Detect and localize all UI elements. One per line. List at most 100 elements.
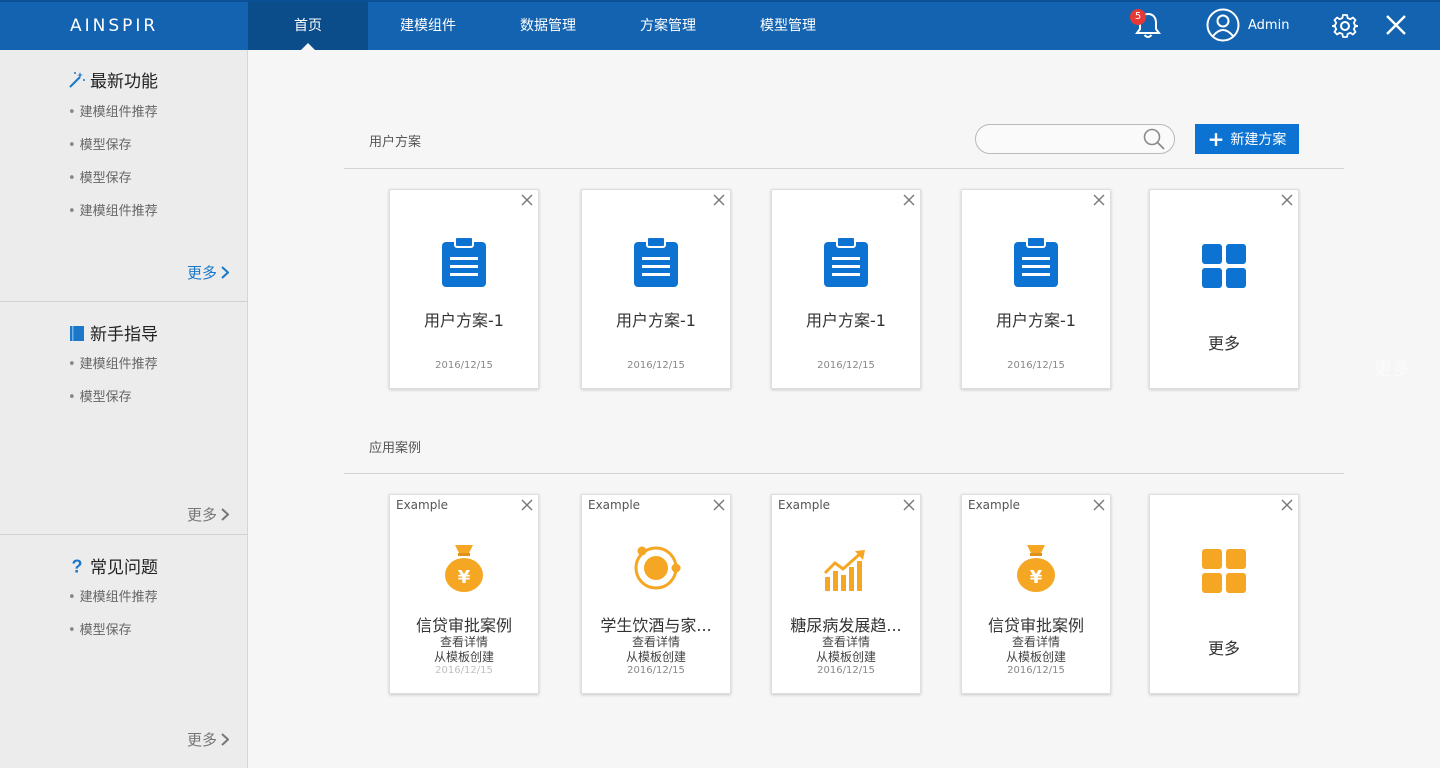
sidebar-section-title: 常见问题	[90, 558, 158, 578]
example-card[interactable]: Example 学生饮酒与家... 查看详情 从模板创建 2016/12/15	[581, 494, 731, 694]
close-card-icon[interactable]	[1280, 498, 1294, 512]
nav-item-components[interactable]: 建模组件	[368, 2, 488, 50]
sidebar-link[interactable]: 模型保存	[68, 169, 158, 202]
example-tag: Example	[588, 498, 641, 512]
section-divider	[344, 168, 1344, 169]
plan-date: 2016/12/15	[817, 360, 875, 371]
nav-item-data[interactable]: 数据管理	[488, 2, 608, 50]
clipboard-icon	[824, 236, 868, 287]
magic-wand-icon	[68, 71, 86, 89]
more-label: 更多	[1207, 334, 1240, 353]
more-plans-card[interactable]: 更多	[1149, 189, 1299, 389]
sidebar-link[interactable]: 建模组件推荐	[68, 103, 158, 136]
example-card[interactable]: Example 糖尿病发展趋... 查看详情 从模板创建 2016/12/15	[771, 494, 921, 694]
example-tag: Example	[396, 498, 449, 512]
grid-icon	[1202, 244, 1246, 288]
section-title-examples: 应用案例	[369, 441, 422, 456]
book-icon	[68, 324, 86, 342]
create-from-template-link[interactable]: 从模板创建	[772, 648, 920, 665]
nav-item-home[interactable]: 首页	[248, 2, 368, 50]
clipboard-icon	[442, 236, 486, 287]
brand-logo: AINSPIR	[70, 16, 159, 36]
close-card-icon[interactable]	[902, 498, 916, 512]
sidebar-link[interactable]: 模型保存	[68, 136, 158, 169]
plan-card[interactable]: 用户方案-1 2016/12/15	[389, 189, 539, 389]
sidebar-section-title: 新手指导	[90, 325, 158, 345]
plan-name: 用户方案-1	[424, 311, 504, 330]
example-date: 2016/12/15	[435, 665, 493, 676]
sidebar-link[interactable]: 建模组件推荐	[68, 588, 158, 621]
close-card-icon[interactable]	[1280, 193, 1294, 207]
chevron-right-icon	[221, 508, 229, 521]
clipboard-icon	[1014, 236, 1058, 287]
example-tag: Example	[778, 498, 831, 512]
close-card-icon[interactable]	[902, 193, 916, 207]
plus-icon: +	[1207, 127, 1225, 151]
sidebar-link[interactable]: 模型保存	[68, 388, 158, 421]
notification-badge: 5	[1130, 9, 1146, 25]
example-date: 2016/12/15	[817, 665, 875, 676]
sidebar-more-link[interactable]: 更多	[187, 504, 229, 525]
orbit-icon	[634, 546, 681, 590]
close-card-icon[interactable]	[1092, 193, 1106, 207]
plan-card[interactable]: 用户方案-1 2016/12/15	[581, 189, 731, 389]
example-date: 2016/12/15	[1007, 665, 1065, 676]
user-avatar-icon	[1206, 8, 1240, 42]
sidebar-more-link[interactable]: 更多	[187, 729, 229, 750]
trend-chart-icon	[823, 550, 865, 591]
close-icon[interactable]	[1384, 13, 1408, 41]
section-divider	[344, 473, 1344, 474]
plan-name: 用户方案-1	[806, 311, 886, 330]
more-examples-card[interactable]: 更多	[1149, 494, 1299, 694]
section-title-user-plans: 用户方案	[369, 135, 422, 150]
close-card-icon[interactable]	[712, 498, 726, 512]
plan-date: 2016/12/15	[1007, 360, 1065, 371]
user-name: Admin	[1248, 17, 1290, 33]
search-icon[interactable]	[1142, 127, 1166, 155]
sidebar-link[interactable]: 模型保存	[68, 621, 158, 654]
example-tag: Example	[968, 498, 1021, 512]
sidebar-link[interactable]: 建模组件推荐	[68, 355, 158, 388]
sidebar-section-faq: ? 常见问题 建模组件推荐 模型保存 更多	[0, 535, 247, 768]
sidebar-section-title: 最新功能	[90, 72, 158, 92]
svg-text:¥: ¥	[458, 567, 471, 588]
nav-item-models[interactable]: 模型管理	[728, 2, 848, 50]
money-bag-icon: ¥	[445, 545, 483, 592]
plan-card[interactable]: 用户方案-1 2016/12/15	[771, 189, 921, 389]
svg-text:¥: ¥	[1030, 567, 1043, 588]
plan-date: 2016/12/15	[435, 360, 493, 371]
sidebar-link[interactable]: 建模组件推荐	[68, 202, 158, 235]
sidebar: 最新功能 建模组件推荐 模型保存 模型保存 建模组件推荐 更多 新手指导 建模组…	[0, 50, 248, 768]
chevron-right-icon	[221, 266, 229, 279]
close-card-icon[interactable]	[520, 193, 534, 207]
ghost-more-text: 更多	[1374, 359, 1410, 380]
clipboard-icon	[634, 236, 678, 287]
question-icon: ?	[68, 557, 86, 575]
close-card-icon[interactable]	[712, 193, 726, 207]
example-date: 2016/12/15	[627, 665, 685, 676]
nav-item-plans[interactable]: 方案管理	[608, 2, 728, 50]
new-plan-button[interactable]: + 新建方案	[1195, 124, 1299, 154]
close-card-icon[interactable]	[520, 498, 534, 512]
example-card[interactable]: Example ¥ 信贷审批案例 查看详情 从模板创建 2016/12/15	[389, 494, 539, 694]
grid-icon	[1202, 549, 1246, 593]
create-from-template-link[interactable]: 从模板创建	[962, 648, 1110, 665]
plan-card[interactable]: 用户方案-1 2016/12/15	[961, 189, 1111, 389]
example-card[interactable]: Example ¥ 信贷审批案例 查看详情 从模板创建 2016/12/15	[961, 494, 1111, 694]
main-nav: 首页 建模组件 数据管理 方案管理 模型管理	[248, 2, 848, 50]
chevron-right-icon	[221, 733, 229, 746]
more-label: 更多	[1207, 639, 1240, 658]
create-from-template-link[interactable]: 从模板创建	[582, 648, 730, 665]
plan-date: 2016/12/15	[627, 360, 685, 371]
plan-name: 用户方案-1	[616, 311, 696, 330]
sidebar-section-new-features: 最新功能 建模组件推荐 模型保存 模型保存 建模组件推荐 更多	[0, 50, 247, 302]
close-card-icon[interactable]	[1092, 498, 1106, 512]
money-bag-icon: ¥	[1017, 545, 1055, 592]
gear-icon[interactable]	[1331, 13, 1359, 43]
svg-text:?: ?	[72, 557, 83, 575]
create-from-template-link[interactable]: 从模板创建	[390, 648, 538, 665]
sidebar-more-link[interactable]: 更多	[187, 262, 229, 283]
sidebar-section-beginner-guide: 新手指导 建模组件推荐 模型保存 更多	[0, 302, 247, 535]
plan-name: 用户方案-1	[996, 311, 1076, 330]
user-menu[interactable]: Admin	[1206, 8, 1289, 42]
